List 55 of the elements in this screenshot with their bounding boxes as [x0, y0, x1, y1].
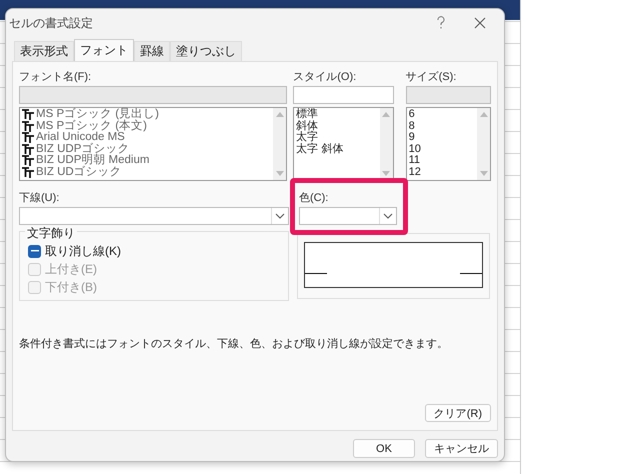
- style-list[interactable]: 標準 斜体 太字 太字 斜体: [293, 107, 394, 181]
- clear-button[interactable]: クリア(R): [424, 404, 491, 422]
- truetype-icon: [22, 109, 34, 120]
- list-item[interactable]: 斜体: [296, 120, 318, 132]
- list-item[interactable]: 太字: [296, 132, 318, 144]
- chevron-icon: [275, 213, 285, 219]
- list-item[interactable]: 標準: [296, 109, 318, 120]
- list-item[interactable]: Arial Unicode MS: [36, 132, 125, 144]
- tab[interactable]: フォント: [74, 39, 134, 61]
- list-item[interactable]: BIZ UDPゴシック: [36, 144, 130, 155]
- truetype-icon: [22, 120, 34, 132]
- list-item[interactable]: 11: [408, 155, 420, 166]
- truetype-icon: [22, 166, 34, 178]
- checkbox-label: 取り消し線(K): [45, 242, 121, 260]
- style-field[interactable]: [293, 86, 394, 104]
- list-item[interactable]: 8: [408, 120, 415, 132]
- tab[interactable]: 塗りつぶし: [170, 41, 242, 61]
- tab[interactable]: 表示形式: [14, 41, 74, 61]
- truetype-icon: [22, 132, 34, 144]
- field-label: スタイル(O):: [293, 70, 356, 84]
- size-field[interactable]: [406, 86, 492, 104]
- field-label: 色(C):: [299, 191, 328, 205]
- list-item[interactable]: 6: [408, 109, 415, 120]
- list-item[interactable]: 太字 斜体: [296, 144, 344, 155]
- close-icon[interactable]: [474, 17, 486, 29]
- font-name-field[interactable]: [19, 86, 288, 104]
- size-list[interactable]: 6 8 9 10 11 12: [406, 107, 492, 181]
- field-label: 下線(U):: [19, 191, 60, 205]
- group-title: 文字飾り: [25, 225, 77, 242]
- info-text: 条件付き書式にはフォントのスタイル、下線、色、および取り消し線が設定できます。: [19, 336, 448, 351]
- chevron-icon: [383, 213, 393, 219]
- minus-icon: [30, 250, 38, 252]
- window-title: セルの書式設定: [9, 14, 93, 32]
- list-item[interactable]: BIZ UDP明朝 Medium: [36, 155, 150, 166]
- scrollbar[interactable]: [380, 108, 393, 180]
- truetype-icon: [22, 155, 34, 166]
- list-item[interactable]: BIZ UDゴシック: [36, 166, 122, 178]
- scrollbar[interactable]: [273, 108, 286, 180]
- color-dropdown[interactable]: [299, 207, 397, 225]
- field-label: サイズ(S):: [406, 70, 456, 84]
- checkbox-label: 上付き(E): [45, 260, 97, 278]
- underline-dropdown[interactable]: [19, 207, 289, 225]
- list-item[interactable]: 10: [408, 144, 421, 155]
- dialog-button[interactable]: OK: [353, 439, 415, 458]
- checkbox[interactable]: [28, 244, 41, 258]
- scrollbar[interactable]: [477, 108, 490, 180]
- checkbox-label: 下付き(B): [45, 278, 97, 296]
- tab[interactable]: 罫線: [134, 41, 170, 61]
- list-item[interactable]: 12: [408, 166, 421, 178]
- list-item[interactable]: MS Pゴシック (本文): [36, 120, 147, 132]
- help-icon[interactable]: [436, 16, 446, 30]
- dialog-button[interactable]: キャンセル: [425, 439, 498, 458]
- field-label: フォント名(F):: [19, 70, 92, 84]
- truetype-icon: [22, 144, 34, 155]
- list-item[interactable]: 9: [408, 132, 415, 144]
